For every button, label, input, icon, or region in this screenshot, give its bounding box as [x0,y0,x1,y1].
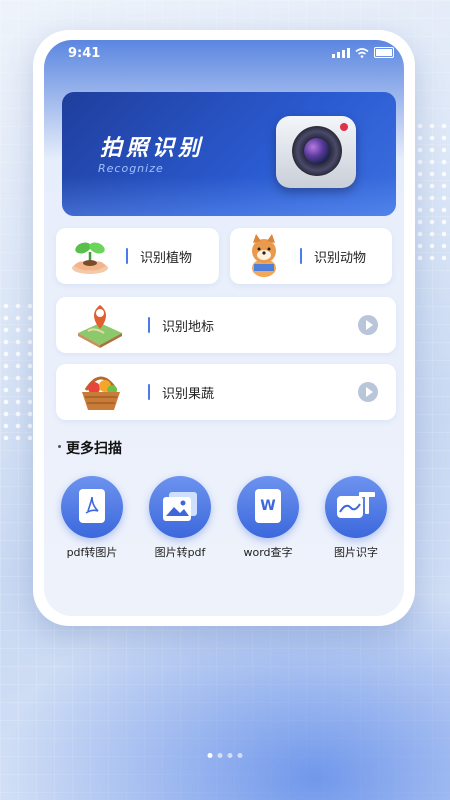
camera-icon [276,116,356,188]
identify-landmark-card[interactable]: 识别地标 [56,297,396,353]
pdf-to-image-button[interactable]: pdf转图片 [57,476,127,560]
plant-icon [72,242,108,274]
identify-animal-card[interactable]: 识别动物 [230,228,392,284]
image-to-pdf-button[interactable]: 图片转pdf [145,476,215,560]
app-screen: 9:41 拍照识别 Recognize 识别植物 识别动物 识别地标 识别果蔬 … [44,40,404,616]
word-icon: W [237,476,299,538]
page-dot[interactable] [227,753,233,758]
more-scan-title: 更多扫描 [58,438,122,458]
status-bar: 9:41 [44,40,404,66]
identify-plant-card[interactable]: 识别植物 [56,228,219,284]
status-icons [332,47,394,58]
banner-subtitle: Recognize [98,162,164,175]
dog-icon [252,234,276,277]
signal-icon [332,47,350,58]
image-to-pdf-label: 图片转pdf [154,546,206,559]
divider-bar [148,317,150,333]
page-dot[interactable] [237,753,243,758]
word-lookup-button[interactable]: W word查字 [233,476,303,560]
image-text-recognition-label: 图片识字 [334,546,378,559]
phone-frame: 9:41 拍照识别 Recognize 识别植物 识别动物 识别地标 识别果蔬 … [33,30,415,626]
identify-animal-label: 识别动物 [314,251,367,266]
image-icon [149,476,211,538]
identify-fruit-card[interactable]: 识别果蔬 [56,364,396,420]
play-arrow-icon[interactable] [358,382,378,402]
battery-icon [374,47,394,58]
pdf-to-image-label: pdf转图片 [66,546,118,559]
wifi-icon [355,47,369,58]
divider-bar [300,248,302,264]
identify-landmark-label: 识别地标 [162,320,215,335]
identify-plant-label: 识别植物 [140,251,193,266]
play-arrow-icon[interactable] [358,315,378,335]
page-dot[interactable] [207,753,213,758]
photo-recognize-banner[interactable]: 拍照识别 Recognize [62,92,396,216]
identify-fruit-label: 识别果蔬 [162,387,215,402]
divider-bar [148,384,150,400]
page-indicator [207,753,243,758]
status-time: 9:41 [68,46,101,61]
image-text-recognition-button[interactable]: 图片识字 [321,476,391,560]
map-pin-icon [78,305,122,348]
pdf-icon [61,476,123,538]
fruit-basket-icon [82,376,120,410]
page-dot[interactable] [217,753,223,758]
word-lookup-label: word查字 [243,546,293,559]
word-glyph: W [255,489,281,523]
image-text-icon [325,476,387,538]
banner-title: 拍照识别 [100,136,205,161]
divider-bar [126,248,128,264]
